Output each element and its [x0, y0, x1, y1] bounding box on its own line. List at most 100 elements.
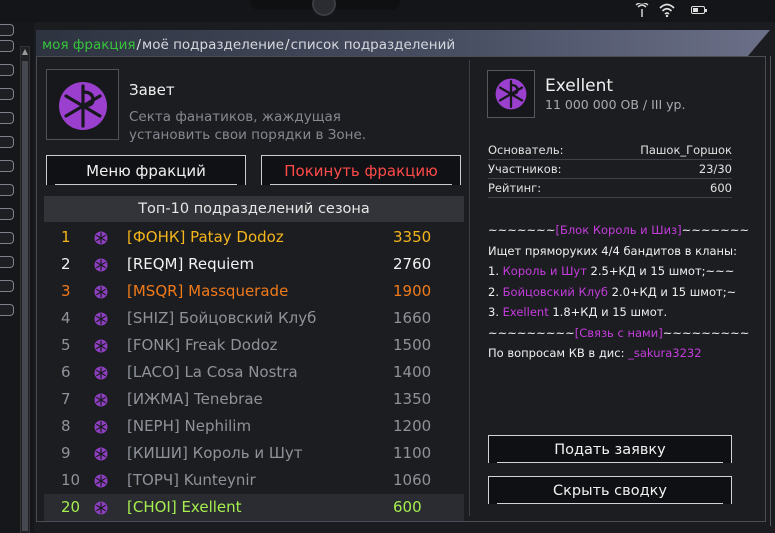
- row-squad-name: [MSQR] Massquerade: [127, 282, 289, 300]
- row-score: 1200: [393, 417, 432, 435]
- row-rank: 3: [61, 282, 71, 300]
- top-list-row[interactable]: 9 [КИШИ] Король и Шут 1100: [44, 440, 464, 467]
- leave-faction-button[interactable]: Покинуть фракцию: [261, 155, 461, 185]
- rail-tab[interactable]: [0, 160, 14, 172]
- announcement-line: ~~~~~~~[Блок Король и Шиз]~~~~~~~: [488, 220, 758, 241]
- faction-emblem-icon: [94, 231, 108, 245]
- row-squad-name: [CHOI] Exellent: [127, 498, 242, 516]
- announcement-highlight: Exellent: [502, 305, 549, 319]
- top-list-row[interactable]: 6 [LACO] La Cosa Nostra 1400: [44, 359, 464, 386]
- top-list-row[interactable]: 1 [ФОНК] Patay Dodoz 3350: [44, 224, 464, 251]
- scrollbar[interactable]: ▲ ▼: [20, 46, 30, 533]
- rail-tab[interactable]: [0, 136, 14, 148]
- row-rank: 9: [61, 444, 71, 462]
- squad-name: Exellent: [545, 76, 614, 96]
- squad-announcement: ~~~~~~~[Блок Король и Шиз]~~~~~~~ Ищет пр…: [488, 220, 758, 364]
- top-list-row[interactable]: 10 [ТОРЧ] Kunteynir 1060: [44, 467, 464, 494]
- breadcrumb-squad-list[interactable]: список подразделений: [291, 37, 456, 53]
- announcement-text: 2.5+КД и 15 шмот;~~~: [586, 264, 735, 278]
- top-list-row[interactable]: 8 [NEPH] Nephilim 1200: [44, 413, 464, 440]
- squad-subtitle: 11 000 000 ОВ / III ур.: [545, 97, 686, 112]
- row-score: 1660: [393, 309, 432, 327]
- announcement-text: 2.0+КД и 15 шмот;~: [607, 284, 737, 299]
- faction-menu-button[interactable]: Меню фракций: [46, 155, 246, 185]
- row-score: 1500: [393, 336, 432, 354]
- breadcrumb: моя фракция/моё подразделение/список под…: [42, 37, 455, 53]
- row-rank: 8: [61, 417, 71, 435]
- announcement-text: По вопросам КВ в дис:: [488, 346, 629, 360]
- battery-level: [693, 8, 698, 12]
- row-score: 1900: [393, 282, 432, 300]
- rail-tab[interactable]: [0, 112, 14, 124]
- stat-rating: Рейтинг: 600: [488, 179, 732, 198]
- faction-emblem-icon: [94, 447, 108, 461]
- announcement-highlight: Король и Шут: [502, 264, 587, 278]
- squad-emblem-icon: [495, 78, 527, 110]
- faction-emblem-icon: [94, 393, 108, 407]
- top-list-row[interactable]: 3 [MSQR] Massquerade 1900: [44, 278, 464, 305]
- left-rail: ▲ ▼: [0, 22, 34, 533]
- stat-founder: Основатель: Пашок_Горшок: [488, 141, 732, 160]
- row-score: 1400: [393, 363, 432, 381]
- rail-tab[interactable]: [0, 24, 14, 36]
- row-rank: 5: [61, 336, 71, 354]
- row-squad-name: [REQM] Requiem: [127, 255, 255, 273]
- top-list-row[interactable]: 20 [CHOI] Exellent 600: [44, 494, 464, 521]
- breadcrumb-my-squad[interactable]: моё подразделение: [142, 37, 284, 53]
- announcement-text: Ищет пряморуких 4/4 бандитов в кланы:: [488, 243, 737, 258]
- apply-button[interactable]: Подать заявку: [488, 435, 732, 463]
- row-squad-name: [ИЖМА] Tenebrae: [127, 390, 263, 408]
- row-rank: 10: [61, 471, 81, 489]
- rail-tab[interactable]: [0, 184, 14, 196]
- rail-tab[interactable]: [0, 232, 14, 244]
- stat-label: Основатель:: [488, 143, 564, 157]
- stat-label: Рейтинг:: [488, 181, 542, 195]
- faction-emblem-icon: [94, 420, 108, 434]
- stat-members: Участников: 23/30: [488, 160, 732, 179]
- row-squad-name: [LACO] La Cosa Nostra: [127, 363, 298, 381]
- announcement-highlight: [Связь с нами]: [574, 325, 663, 340]
- faction-emblem-icon: [94, 258, 108, 272]
- faction-emblem-icon: [59, 82, 107, 130]
- signal-icon: [635, 1, 649, 21]
- row-score: 1100: [393, 444, 432, 462]
- rail-tab[interactable]: [0, 256, 14, 268]
- top-list-row[interactable]: 4 [SHIZ] Бойцовский Клуб 1660: [44, 305, 464, 332]
- row-score: 600: [393, 498, 422, 516]
- breadcrumb-separator: /: [285, 37, 290, 53]
- scroll-up-icon[interactable]: ▲: [21, 47, 29, 57]
- announcement-text: ~~~~~~~~~: [488, 325, 575, 340]
- rail-tab[interactable]: [0, 304, 14, 316]
- top-list-row[interactable]: 2 [REQM] Requiem 2760: [44, 251, 464, 278]
- row-rank: 6: [61, 363, 71, 381]
- row-squad-name: [FONK] Freak Dodoz: [127, 336, 278, 354]
- squad-logo: [487, 70, 535, 118]
- hide-summary-button[interactable]: Скрыть сводку: [488, 476, 732, 504]
- announcement-highlight: [Блок Король и Шиз]: [555, 223, 682, 237]
- rail-tab[interactable]: [0, 88, 14, 100]
- announcement-text: ~~~~~~~: [681, 223, 750, 237]
- row-rank: 2: [61, 255, 71, 273]
- window-edge: [766, 56, 771, 526]
- rail-tab[interactable]: [0, 208, 14, 220]
- breadcrumb-separator: /: [136, 37, 142, 53]
- rail-tab[interactable]: [0, 280, 14, 292]
- rail-tab[interactable]: [0, 64, 14, 76]
- row-score: 2760: [393, 255, 432, 273]
- faction-emblem-icon: [94, 474, 108, 488]
- breadcrumb-my-faction[interactable]: моя фракция: [42, 37, 135, 53]
- faction-description: Секта фанатиков, жаждущая установить сво…: [129, 109, 367, 143]
- announcement-text: ~~~~~~~~~: [662, 325, 750, 340]
- announcement-highlight: _sakura3232: [628, 346, 702, 360]
- faction-emblem-icon: [94, 339, 108, 353]
- announcement-text: ~~~~~~~: [488, 223, 556, 237]
- wifi-icon: [659, 3, 675, 21]
- row-squad-name: [ФОНК] Patay Dodoz: [127, 228, 284, 246]
- top-list-row[interactable]: 7 [ИЖМА] Tenebrae 1350: [44, 386, 464, 413]
- rail-tab[interactable]: [0, 40, 14, 52]
- announcement-line: ~~~~~~~~~[Связь с нами]~~~~~~~~~: [488, 323, 758, 344]
- top-list-row[interactable]: 5 [FONK] Freak Dodoz 1500: [44, 332, 464, 359]
- row-rank: 7: [61, 390, 71, 408]
- faction-emblem-icon: [94, 285, 108, 299]
- scroll-thumb[interactable]: [22, 61, 28, 531]
